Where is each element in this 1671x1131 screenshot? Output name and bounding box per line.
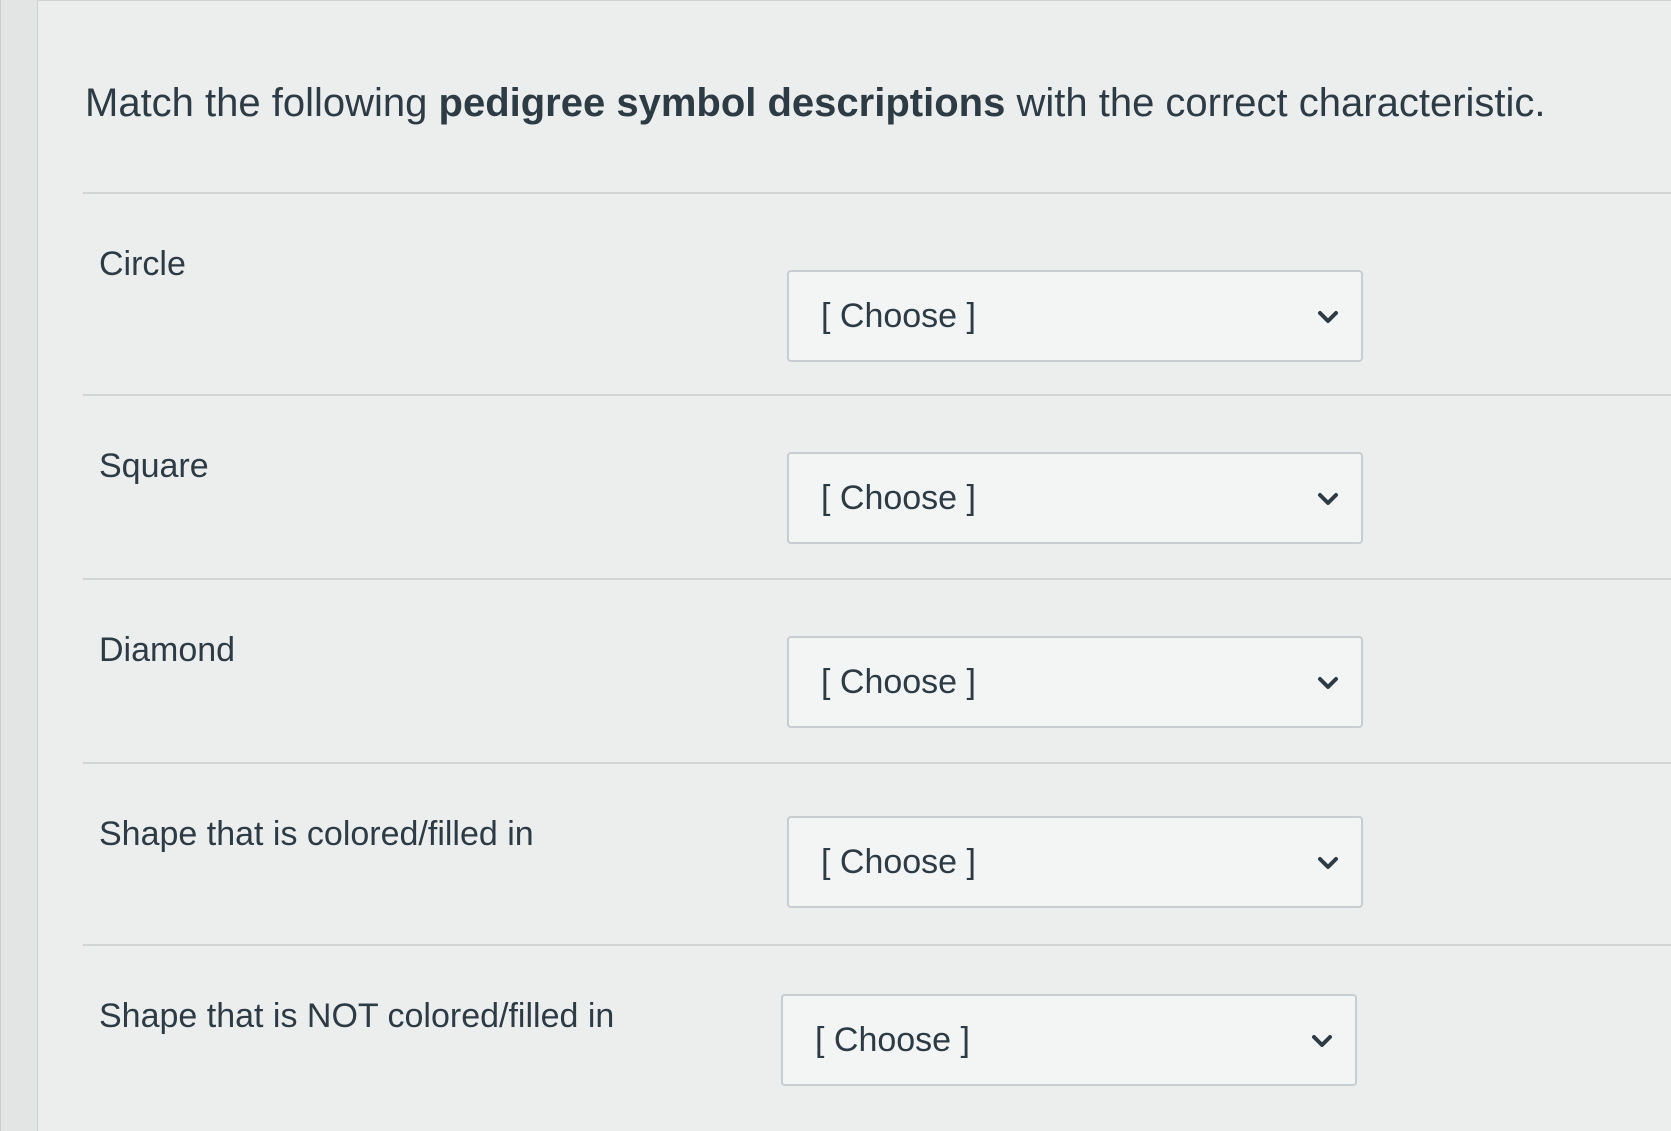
question-emphasis: pedigree symbol descriptions xyxy=(438,81,1006,125)
row-divider xyxy=(83,944,1671,946)
top-divider xyxy=(37,0,1671,1)
select-value: [ Choose ] xyxy=(815,1021,970,1059)
row-divider xyxy=(83,394,1671,396)
select-value: [ Choose ] xyxy=(821,297,976,335)
chevron-down-icon xyxy=(1318,677,1338,689)
question-suffix: with the correct characteristic. xyxy=(1005,81,1546,125)
quiz-question-panel: Match the following pedigree symbol desc… xyxy=(0,0,1671,1131)
answer-select-filled-shape[interactable]: [ Choose ] xyxy=(787,816,1363,908)
select-value: [ Choose ] xyxy=(821,479,976,517)
row-divider xyxy=(83,762,1671,764)
row-label-circle: Circle xyxy=(99,245,186,283)
row-label-unfilled-shape: Shape that is NOT colored/filled in xyxy=(99,997,615,1035)
row-label-filled-shape: Shape that is colored/filled in xyxy=(99,815,534,853)
chevron-down-icon xyxy=(1318,493,1338,505)
answer-select-unfilled-shape[interactable]: [ Choose ] xyxy=(781,994,1357,1086)
answer-select-circle[interactable]: [ Choose ] xyxy=(787,270,1363,362)
select-value: [ Choose ] xyxy=(821,663,976,701)
select-value: [ Choose ] xyxy=(821,843,976,881)
row-label-square: Square xyxy=(99,447,209,485)
row-divider xyxy=(83,578,1671,580)
question-prefix: Match the following xyxy=(85,81,439,125)
row-label-diamond: Diamond xyxy=(99,631,236,669)
chevron-down-icon xyxy=(1318,311,1338,323)
answer-select-diamond[interactable]: [ Choose ] xyxy=(787,636,1363,728)
answer-select-square[interactable]: [ Choose ] xyxy=(787,452,1363,544)
question-text: Match the following pedigree symbol desc… xyxy=(85,76,1645,130)
row-divider xyxy=(83,192,1671,194)
left-rail xyxy=(1,0,38,1131)
chevron-down-icon xyxy=(1312,1035,1332,1047)
chevron-down-icon xyxy=(1318,857,1338,869)
